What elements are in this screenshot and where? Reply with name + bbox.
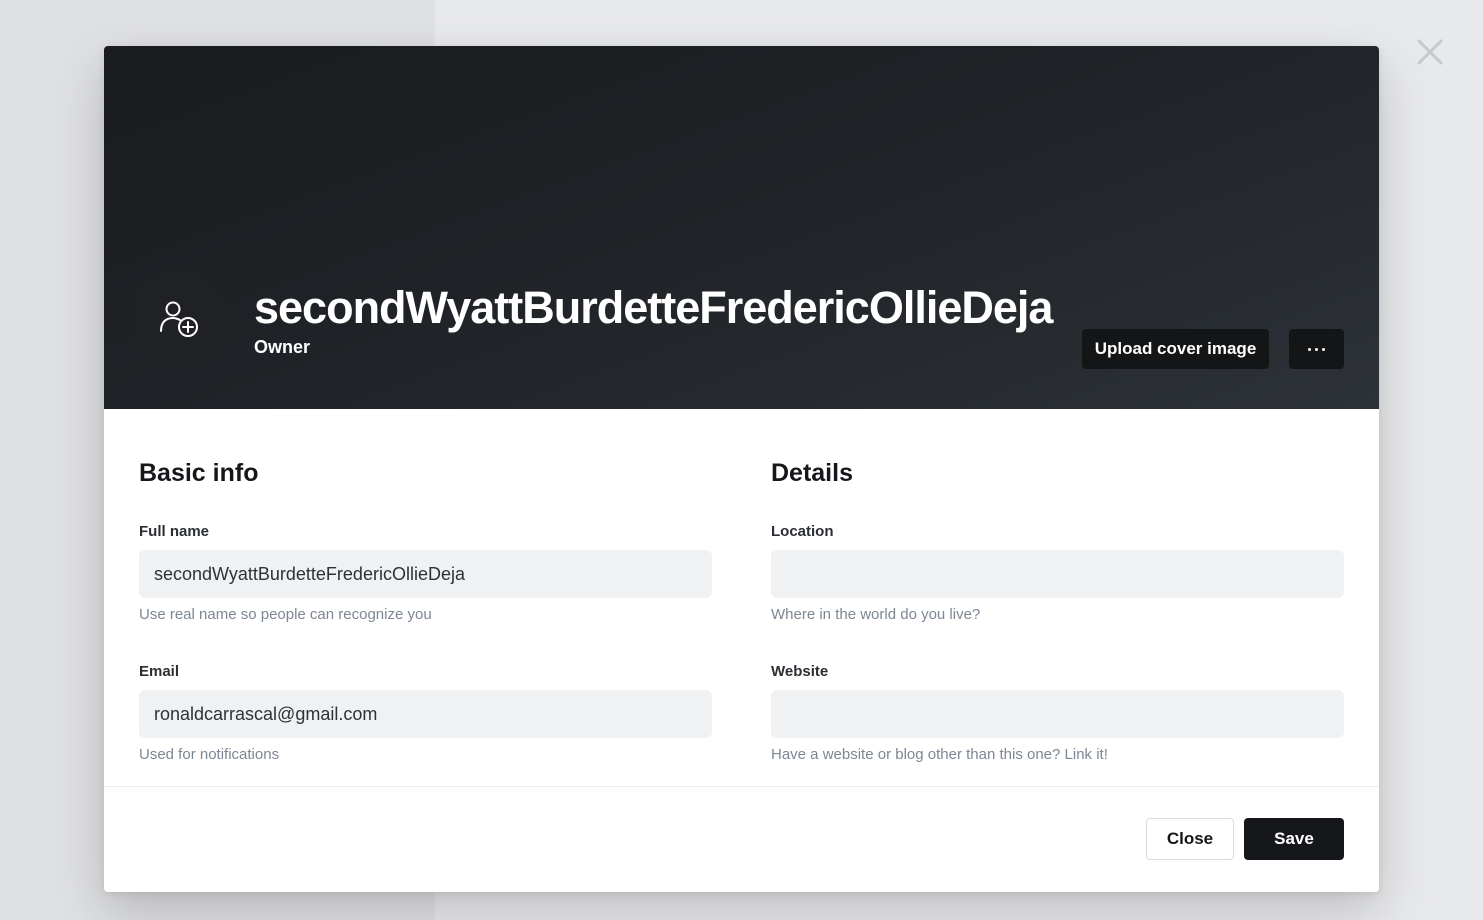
email-hint: Used for notifications	[139, 746, 280, 763]
avatar-upload[interactable]	[129, 269, 229, 369]
basic-info-heading: Basic info	[139, 459, 259, 487]
location-hint: Where in the world do you live?	[771, 606, 981, 623]
profile-role: Owner	[254, 337, 311, 357]
user-add-icon	[160, 301, 198, 337]
save-button[interactable]: Save	[1244, 818, 1344, 860]
website-input[interactable]	[771, 690, 1344, 738]
email-field[interactable]	[139, 690, 712, 738]
email-label: Email	[139, 663, 180, 680]
ellipsis-icon	[1308, 347, 1311, 351]
full-name-hint: Use real name so people can recognize yo…	[139, 606, 432, 623]
full-name-input[interactable]	[139, 550, 712, 598]
close-button[interactable]: Close	[1146, 818, 1234, 860]
profile-modal: secondWyattBurdetteFredericOllieDeja Own…	[104, 46, 1379, 892]
upload-cover-button[interactable]: Upload cover image	[1082, 329, 1269, 369]
full-name-label: Full name	[139, 523, 210, 540]
close-icon[interactable]	[1412, 34, 1448, 70]
website-label: Website	[771, 663, 829, 680]
location-input[interactable]	[771, 550, 1344, 598]
details-heading: Details	[771, 459, 853, 487]
footer-divider	[104, 786, 1379, 787]
cover-image: secondWyattBurdetteFredericOllieDeja Own…	[104, 46, 1379, 409]
more-actions-button[interactable]	[1289, 329, 1344, 369]
website-hint: Have a website or blog other than this o…	[771, 746, 1108, 763]
location-label: Location	[771, 523, 834, 540]
profile-name: secondWyattBurdetteFredericOllieDeja	[254, 282, 1053, 333]
